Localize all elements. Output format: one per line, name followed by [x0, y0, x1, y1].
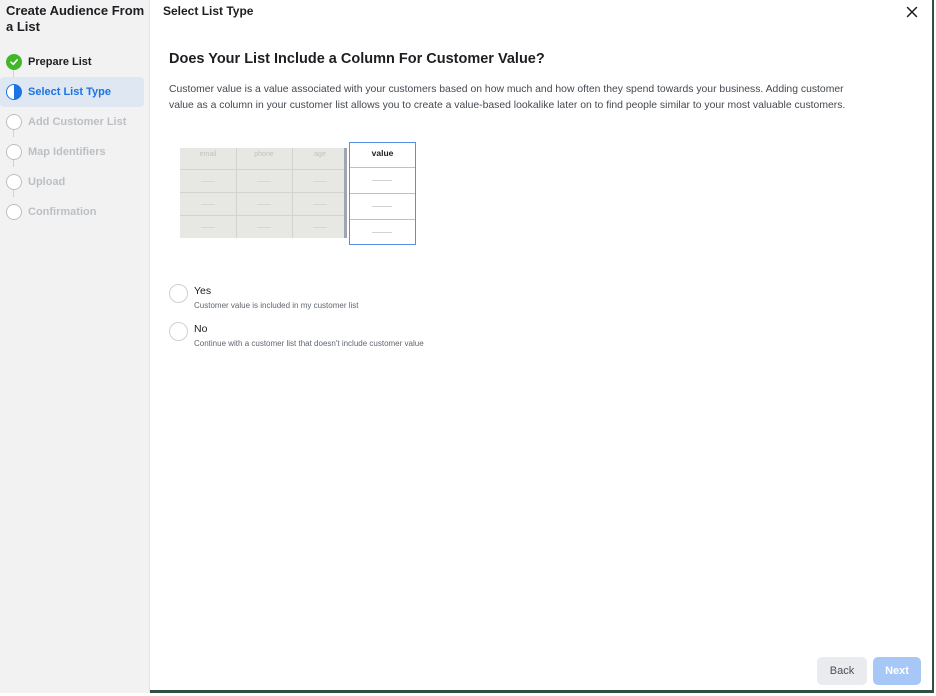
check-icon [6, 54, 22, 70]
radio-no[interactable] [169, 322, 188, 341]
empty-circle-icon [6, 114, 22, 130]
option-subtitle: Continue with a customer list that doesn… [194, 339, 424, 348]
placeholder-line [372, 232, 392, 233]
column-header-email: email [199, 151, 217, 158]
close-icon [906, 6, 918, 18]
next-button[interactable]: Next [873, 657, 921, 685]
table-divider [180, 169, 346, 170]
placeholder-line [201, 204, 215, 205]
empty-circle-icon [6, 174, 22, 190]
placeholder-line [313, 227, 327, 228]
close-button[interactable] [902, 2, 922, 22]
step-label: Prepare List [28, 56, 92, 68]
step-label: Add Customer List [28, 116, 127, 128]
placeholder-line [372, 206, 392, 207]
column-header-age: age [314, 151, 326, 158]
column-header-phone: phone [254, 151, 274, 158]
table-divider [236, 148, 237, 238]
step-list: Prepare List Select List Type Add Custom… [0, 47, 150, 227]
sidebar-title: Create Audience From a List [6, 3, 145, 34]
empty-circle-icon [6, 204, 22, 220]
step-label: Map Identifiers [28, 146, 106, 158]
column-header-value: value [371, 148, 394, 158]
placeholder-line [257, 227, 271, 228]
step-prepare-list[interactable]: Prepare List [0, 47, 144, 77]
table-divider [180, 192, 346, 193]
table-edge [344, 148, 347, 238]
step-select-list-type[interactable]: Select List Type [0, 77, 144, 107]
page-heading: Does Your List Include a Column For Cust… [169, 51, 545, 67]
back-button[interactable]: Back [817, 657, 867, 685]
step-label: Upload [28, 176, 66, 188]
sidebar: Create Audience From a List Prepare List… [0, 0, 150, 693]
step-label: Confirmation [28, 206, 97, 218]
table-divider [180, 215, 346, 216]
placeholder-line [201, 227, 215, 228]
empty-circle-icon [6, 144, 22, 160]
placeholder-line [372, 180, 392, 181]
table-divider [350, 193, 415, 194]
page-description: Customer value is a value associated wit… [169, 84, 846, 111]
sample-table: email phone age [180, 148, 347, 238]
list-illustration: email phone age value [180, 142, 420, 246]
table-divider [350, 167, 415, 168]
placeholder-line [201, 181, 215, 182]
dialog-title: Select List Type [163, 4, 254, 18]
placeholder-line [257, 204, 271, 205]
placeholder-line [257, 181, 271, 182]
dialog: Create Audience From a List Prepare List… [0, 0, 934, 693]
option-title: No [194, 323, 208, 335]
value-column: value [349, 142, 416, 245]
step-map-identifiers: Map Identifiers [0, 137, 144, 167]
step-upload: Upload [0, 167, 144, 197]
table-divider [350, 219, 415, 220]
placeholder-line [313, 204, 327, 205]
placeholder-line [313, 181, 327, 182]
step-add-customer-list: Add Customer List [0, 107, 144, 137]
step-label: Select List Type [28, 86, 111, 98]
option-title: Yes [194, 285, 212, 297]
half-circle-icon [6, 84, 22, 100]
table-divider [292, 148, 293, 238]
option-subtitle: Customer value is included in my custome… [194, 301, 359, 310]
step-confirmation: Confirmation [0, 197, 144, 227]
radio-yes[interactable] [169, 284, 188, 303]
